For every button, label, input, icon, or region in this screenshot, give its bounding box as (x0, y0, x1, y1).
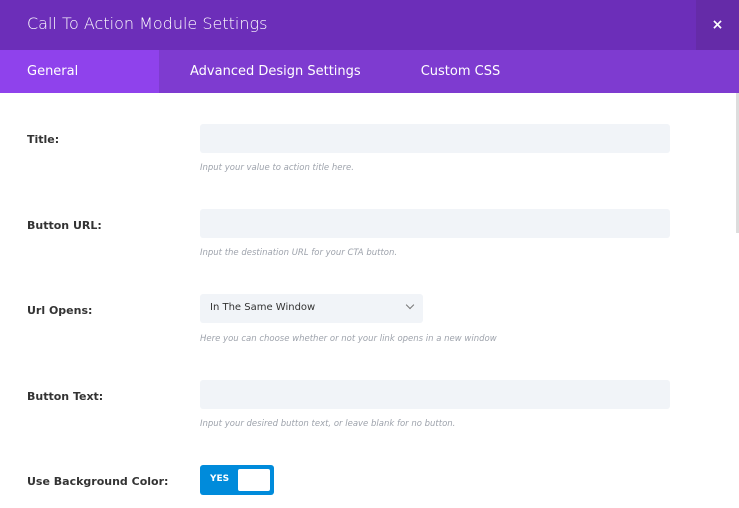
button-url-input[interactable] (200, 209, 670, 238)
tab-general-settings[interactable]: General Settings (0, 50, 159, 122)
button-text-input[interactable] (200, 380, 670, 409)
chevron-down-icon (405, 300, 415, 310)
button-text-hint: Input your desired button text, or leave… (200, 419, 456, 429)
close-button[interactable]: × (696, 0, 739, 50)
modal-title: Call To Action Module Settings (27, 14, 268, 33)
title-hint: Input your value to action title here. (200, 163, 354, 173)
url-opens-hint: Here you can choose whether or not your … (200, 334, 497, 344)
tab-bar: General Settings Advanced Design Setting… (0, 50, 739, 122)
title-input[interactable] (200, 124, 670, 153)
use-bg-color-toggle[interactable]: YES (200, 465, 274, 495)
tab-advanced-design-settings[interactable]: Advanced Design Settings (159, 50, 391, 93)
button-url-hint: Input the destination URL for your CTA b… (200, 248, 398, 258)
button-text-label: Button Text: (27, 390, 104, 403)
title-label: Title: (27, 133, 60, 146)
url-opens-select[interactable]: In The Same Window (200, 294, 423, 323)
toggle-knob (238, 469, 270, 491)
tab-custom-css[interactable]: Custom CSS (391, 50, 528, 93)
toggle-state: YES (210, 474, 230, 484)
button-url-label: Button URL: (27, 219, 102, 232)
url-opens-label: Url Opens: (27, 304, 93, 317)
modal-header: Call To Action Module Settings × (0, 0, 739, 50)
url-opens-value: In The Same Window (210, 302, 316, 313)
use-bg-color-label: Use Background Color: (27, 475, 169, 488)
